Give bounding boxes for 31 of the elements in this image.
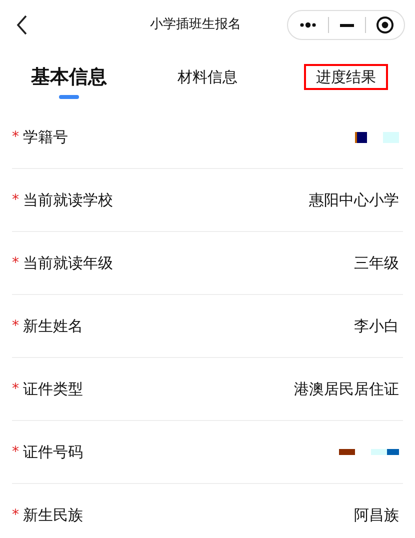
redaction-mark	[355, 132, 367, 142]
field-label: 证件类型	[23, 378, 83, 400]
redaction-mark	[339, 449, 355, 455]
field-value: 惠阳中心小学	[309, 190, 399, 211]
field-value: 阿昌族	[354, 505, 399, 526]
field-value: 三年级	[354, 252, 399, 274]
tab[interactable]: 基本信息	[19, 62, 120, 92]
redaction-mark	[383, 132, 399, 142]
field-label: 学籍号	[23, 126, 68, 148]
more-icon	[298, 22, 317, 28]
required-mark: *	[12, 190, 19, 210]
required-mark: *	[12, 506, 19, 525]
field-label: 新生姓名	[23, 316, 83, 337]
minimize-icon	[340, 24, 354, 26]
tab[interactable]: 材料信息	[165, 64, 250, 90]
required-mark: *	[12, 442, 19, 462]
tab-underline	[59, 95, 80, 99]
required-mark: *	[12, 254, 19, 272]
tab[interactable]: 进度结果	[304, 64, 388, 90]
field-value: 港澳居民居住证	[294, 378, 399, 400]
page-title: 小学插班生报名	[150, 16, 241, 34]
close-icon	[376, 16, 394, 34]
field-label: 当前就读学校	[23, 190, 113, 211]
required-mark: *	[12, 128, 19, 146]
required-mark: *	[12, 316, 19, 336]
field-label: 新生民族	[23, 505, 83, 526]
field-label: 当前就读年级	[23, 252, 113, 274]
field-label: 证件号码	[23, 442, 83, 463]
back-icon	[16, 15, 28, 35]
field-value: 李小白	[354, 316, 399, 337]
required-mark: *	[12, 380, 19, 398]
